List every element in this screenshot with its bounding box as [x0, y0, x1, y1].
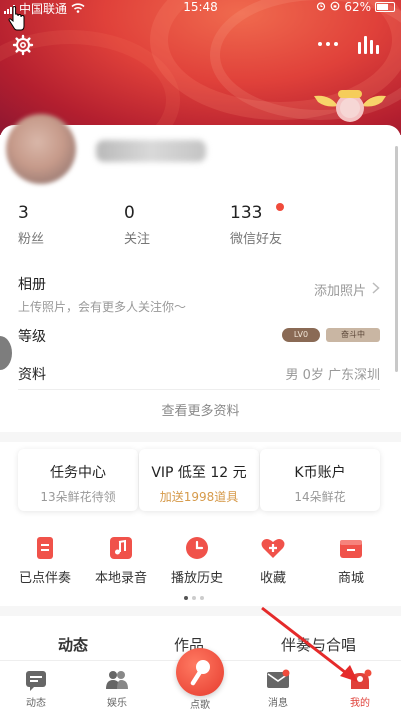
stat-value: 3 — [18, 203, 29, 223]
task-center-card[interactable]: 任务中心 13朵鲜花待领 — [18, 449, 138, 511]
stat-label: 关注 — [124, 232, 151, 247]
nav-label: 娱乐 — [107, 698, 127, 709]
nav-entertainment[interactable]: 娱乐 — [87, 669, 147, 709]
func-local-recording[interactable]: 本地录音 — [84, 535, 158, 586]
more-icon[interactable] — [318, 42, 338, 48]
nav-label: 点歌 — [190, 700, 210, 711]
task-card-subtitle: 加送1998道具 — [159, 490, 239, 504]
level-row[interactable]: 等级 LV0 奋斗中 — [18, 326, 380, 346]
sing-button[interactable] — [176, 648, 224, 696]
stat-following[interactable]: 0 关注 — [124, 203, 150, 247]
music-note-icon — [108, 535, 134, 561]
stat-label: 微信好友 — [230, 232, 283, 247]
battery-percent: 62% — [344, 0, 371, 14]
nav-label: 动态 — [26, 698, 46, 709]
profile-icon — [348, 669, 372, 691]
store-icon — [338, 535, 364, 561]
kcoin-account-card[interactable]: K币账户 14朵鲜花 — [260, 449, 380, 511]
vip-wings-badge-icon[interactable] — [312, 86, 388, 126]
stat-value: 133 — [230, 203, 263, 223]
status-badge: 奋斗中 — [326, 328, 380, 342]
task-card-title: VIP 低至 12 元 — [151, 465, 247, 481]
func-label: 本地录音 — [94, 571, 147, 586]
func-accompaniment[interactable]: 已点伴奏 — [8, 535, 82, 586]
task-card-subtitle: 13朵鲜花待领 — [40, 490, 116, 504]
view-more-info-link[interactable]: 查看更多资料 — [0, 400, 401, 419]
scrollbar[interactable] — [395, 146, 398, 372]
feed-icon — [24, 669, 48, 691]
tab-feed[interactable]: 动态 — [58, 634, 88, 655]
func-label: 播放历史 — [170, 571, 223, 586]
alarm-icon — [316, 0, 326, 14]
people-icon — [105, 669, 129, 691]
battery-icon — [375, 2, 395, 12]
gear-icon[interactable] — [12, 34, 34, 56]
stat-label: 粉丝 — [18, 232, 45, 247]
stat-fans[interactable]: 3 粉丝 — [18, 203, 44, 247]
section-separator — [0, 432, 401, 442]
level-badge: LV0 — [282, 328, 320, 342]
nav-messages[interactable]: 消息 — [248, 669, 308, 709]
nav-label: 我的 — [350, 698, 370, 709]
username-blurred — [96, 140, 206, 162]
heart-plus-icon — [260, 535, 286, 561]
func-play-history[interactable]: 播放历史 — [160, 535, 234, 586]
status-bar: 中国联通 15:48 62% — [0, 0, 401, 16]
pointer-cursor-icon — [8, 5, 26, 32]
notification-dot — [276, 203, 284, 211]
album-subtitle: 上传照片，会有更多人关注你～ — [18, 300, 187, 314]
nav-me[interactable]: 我的 — [330, 669, 390, 709]
microphone-icon — [190, 660, 210, 686]
pager-dots — [184, 596, 204, 600]
func-label: 收藏 — [259, 571, 286, 586]
tab-accompaniment-chorus[interactable]: 伴奏与合唱 — [281, 634, 356, 655]
vip-card[interactable]: VIP 低至 12 元 加送1998道具 — [139, 449, 259, 511]
album-row[interactable]: 相册 上传照片，会有更多人关注你～ 添加照片 — [18, 274, 380, 315]
nav-label: 消息 — [268, 698, 288, 709]
task-card-title: K币账户 — [294, 465, 346, 481]
clock-icon — [184, 535, 210, 561]
stat-wechat-friends[interactable]: 133 微信好友 — [230, 203, 284, 247]
chevron-right-icon — [372, 281, 380, 298]
rotation-lock-icon — [330, 0, 340, 14]
nav-feed[interactable]: 动态 — [6, 669, 66, 709]
task-card-subtitle: 14朵鲜花 — [294, 490, 346, 504]
func-label: 已点伴奏 — [18, 571, 71, 586]
stat-value: 0 — [124, 203, 135, 223]
bar-chart-icon[interactable] — [358, 34, 382, 54]
func-store[interactable]: 商城 — [314, 535, 388, 586]
func-favorites[interactable]: 收藏 — [236, 535, 310, 586]
add-photo-link[interactable]: 添加照片 — [314, 280, 366, 299]
mail-icon — [266, 669, 290, 691]
avatar[interactable] — [6, 114, 76, 184]
section-separator — [0, 606, 401, 616]
divider — [18, 389, 380, 390]
profile-info-row[interactable]: 资料 男 0岁 广东深圳 — [18, 364, 380, 384]
document-icon — [32, 535, 58, 561]
func-label: 商城 — [337, 571, 364, 586]
profile-info-value: 男 0岁 广东深圳 — [285, 368, 380, 383]
task-card-title: 任务中心 — [50, 465, 106, 481]
stats-row: 3 粉丝 0 关注 133 微信好友 — [18, 203, 388, 247]
